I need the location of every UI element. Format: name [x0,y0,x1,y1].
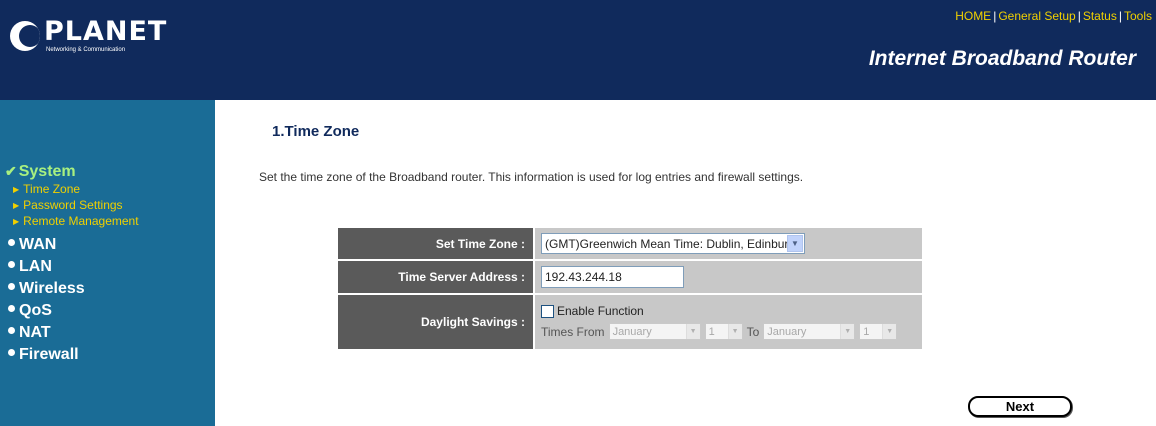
check-icon: ✔ [5,163,17,179]
time-zone-select[interactable]: (GMT)Greenwich Mean Time: Dublin, Edinbu… [541,233,805,254]
main-content: 1.Time Zone Set the time zone of the Bro… [215,100,1156,426]
system-submenu: ▶ Time Zone ▶ Password Settings ▶ Remote Ma… [0,182,215,234]
nav-home-link[interactable]: HOME [955,9,991,23]
enable-function-label: Enable Function [557,304,644,318]
chevron-down-icon[interactable]: ▼ [787,235,803,252]
chevron-down-icon: ▼ [882,324,897,339]
bullet-icon [8,305,15,313]
sidebar-item-label: Firewall [19,346,79,363]
logo-text: PLANET [44,16,168,47]
from-day-value: 1 [708,325,715,338]
daylight-savings-label: Daylight Savings : [338,295,535,351]
sidebar-item-system[interactable]: ✔ System [0,160,215,182]
nav-general-setup-link[interactable]: General Setup [998,9,1075,23]
sidebar-item-wan[interactable]: WAN [0,234,215,256]
enable-function-checkbox[interactable] [541,304,554,318]
chevron-down-icon: ▼ [840,324,855,339]
nav-status-link[interactable]: Status [1083,9,1117,23]
bullet-icon [8,349,15,357]
bullet-icon [8,239,15,247]
bullet-icon [8,261,15,269]
chevron-down-icon: ▼ [727,324,742,339]
sidebar-item-nat[interactable]: NAT [0,322,215,344]
sidebar-item-qos[interactable]: QoS [0,300,215,322]
from-month-value: January [612,325,652,338]
sidebar-item-lan[interactable]: LAN [0,256,215,278]
top-nav: HOME | General Setup | Status | Tools [955,9,1152,23]
arrow-right-icon: ▶ [13,201,20,210]
sidebar-item-label: QoS [19,302,52,319]
time-server-label: Time Server Address : [338,261,535,295]
to-label: To [746,324,760,339]
time-server-input[interactable]: 192.43.244.18 [541,266,684,288]
nav-separator: | [1118,9,1122,23]
sidebar-item-label: Wireless [19,280,85,297]
sidebar-item-label: System [18,163,76,180]
sidebar: ✔ System ▶ Time Zone ▶ Password Settings ▶ R… [0,100,215,426]
sidebar-subitem-time-zone[interactable]: ▶ Time Zone [0,182,215,198]
time-zone-value: (GMT)Greenwich Mean Time: Dublin, Edinbu… [545,236,787,251]
to-day-value: 1 [863,325,870,338]
time-zone-row: Set Time Zone : (GMT)Greenwich Mean Time… [338,228,922,261]
arrow-right-icon: ▶ [13,185,20,194]
sidebar-subitem-password-settings[interactable]: ▶ Password Settings [0,198,215,214]
from-day-select[interactable]: 1 ▼ [704,323,743,340]
sidebar-item-label: WAN [19,236,57,253]
to-month-select[interactable]: January ▼ [763,323,856,340]
bullet-icon [8,283,15,291]
router-title: Internet Broadband Router [868,47,1136,70]
to-month-value: January [767,325,807,338]
bullet-icon [8,327,15,335]
times-from-label: Times From [541,324,605,339]
header-bar: PLANET Networking & Communication HOME | G… [0,0,1156,100]
time-zone-form: Set Time Zone : (GMT)Greenwich Mean Time… [338,228,922,351]
time-zone-label: Set Time Zone : [338,228,535,261]
daylight-savings-row: Daylight Savings : Enable Function Times… [338,295,922,351]
nav-separator: | [1077,9,1081,23]
sidebar-item-label: LAN [19,258,52,275]
from-month-select[interactable]: January ▼ [608,323,701,340]
sidebar-subitem-label: Time Zone [23,182,81,196]
arrow-right-icon: ▶ [13,217,20,226]
sidebar-item-label: NAT [19,324,51,341]
logo-subtitle: Networking & Communication [46,47,126,53]
next-button[interactable]: Next [968,396,1072,417]
sidebar-subitem-label: Password Settings [23,198,123,212]
sidebar-subitem-remote-management[interactable]: ▶ Remote Management [0,214,215,230]
sidebar-item-wireless[interactable]: Wireless [0,278,215,300]
page-description: Set the time zone of the Broadband route… [259,170,804,184]
planet-logo[interactable]: PLANET Networking & Communication [10,18,167,54]
sidebar-subitem-label: Remote Management [23,214,139,228]
planet-logo-icon [10,21,40,51]
chevron-down-icon: ▼ [685,324,700,339]
time-server-row: Time Server Address : 192.43.244.18 [338,261,922,295]
sidebar-item-firewall[interactable]: Firewall [0,344,215,366]
page-title: 1.Time Zone [272,123,360,140]
nav-tools-link[interactable]: Tools [1124,9,1152,23]
to-day-select[interactable]: 1 ▼ [859,323,898,340]
